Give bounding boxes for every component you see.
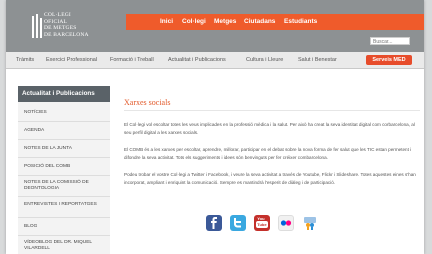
sidebar-item-entrevistes[interactable]: ENTREVISTES I REPORTATGES xyxy=(24,202,108,208)
search-input[interactable]: Buscar... xyxy=(370,37,410,45)
sidebar-item-deontologia[interactable]: NOTES DE LA COMISSIÓ DE DEONTOLOGIA xyxy=(24,180,108,192)
sidebar-item-videoblog[interactable]: VÍDEOBLOG DEL DR. MIQUEL VILARDELL xyxy=(24,240,108,252)
divider xyxy=(18,196,110,197)
sidebar-item-noticies[interactable]: NOTÍCIES xyxy=(24,110,108,116)
flickr-icon[interactable] xyxy=(278,215,294,231)
sidebar-item-posicio[interactable]: POSICIÓ DEL COMB xyxy=(24,164,108,170)
topnav-estudiants[interactable]: Estudiants xyxy=(284,18,317,25)
serveis-med-button[interactable]: Serveis MED xyxy=(366,55,412,65)
slideshare-icon[interactable] xyxy=(302,215,318,231)
sidebar-item-notes-junta[interactable]: NOTES DE LA JUNTA xyxy=(24,146,108,152)
sidebar: Actualitat i Publicacions NOTÍCIES AGEND… xyxy=(18,86,110,254)
logo-text: COL·LEGI OFICIAL DE METGES DE BARCELONA xyxy=(44,12,89,38)
nav-tramits[interactable]: Tràmits xyxy=(16,57,34,63)
page-title: Xarxes socials xyxy=(124,98,171,107)
topnav-ciutadans[interactable]: Ciutadans xyxy=(244,18,275,25)
nav-actualitat[interactable]: Actualitat i Publicacions xyxy=(168,57,226,63)
facebook-icon[interactable] xyxy=(206,215,222,231)
sidebar-heading: Actualitat i Publicacions xyxy=(18,86,110,102)
sidebar-item-agenda[interactable]: AGENDA xyxy=(24,128,108,134)
nav-exercici[interactable]: Exercici Professional xyxy=(46,57,97,63)
nav-cultura[interactable]: Cultura i Lleure xyxy=(246,57,283,63)
topnav-metges[interactable]: Metges xyxy=(214,18,236,25)
divider xyxy=(18,217,110,218)
site-header: COL·LEGI OFICIAL DE METGES DE BARCELONA … xyxy=(6,0,424,52)
paragraph: El COMB és a les xarxes per escoltar, ap… xyxy=(124,147,412,160)
main-navigation: Tràmits Exercici Professional Formació i… xyxy=(6,52,424,69)
topnav-collegi[interactable]: Col·legi xyxy=(182,18,206,25)
divider xyxy=(18,235,110,236)
youtube-icon[interactable]: You Tube xyxy=(254,215,270,231)
divider xyxy=(18,139,110,140)
divider xyxy=(18,121,110,122)
nav-formacio[interactable]: Formació i Treball xyxy=(110,57,154,63)
divider xyxy=(18,175,110,176)
paragraph: El Col·legi vol escoltar totes les veus … xyxy=(124,122,415,135)
svg-text:Tube: Tube xyxy=(257,222,267,227)
svg-text:You: You xyxy=(257,216,265,221)
page: COL·LEGI OFICIAL DE METGES DE BARCELONA … xyxy=(6,0,424,254)
divider xyxy=(18,157,110,158)
topnav-inici[interactable]: Inici xyxy=(160,18,173,25)
title-divider xyxy=(124,110,420,111)
paragraph: Podeu trobar el vostre Col·legi a Twitte… xyxy=(124,172,416,185)
nav-salut[interactable]: Salut i Benestar xyxy=(298,57,337,63)
comb-logo[interactable]: COL·LEGI OFICIAL DE METGES DE BARCELONA xyxy=(32,12,122,46)
twitter-icon[interactable] xyxy=(230,215,246,231)
sidebar-item-blog[interactable]: BLOG xyxy=(24,224,108,230)
top-navigation: Inici Col·legi Metges Ciutadans Estudian… xyxy=(126,14,424,30)
